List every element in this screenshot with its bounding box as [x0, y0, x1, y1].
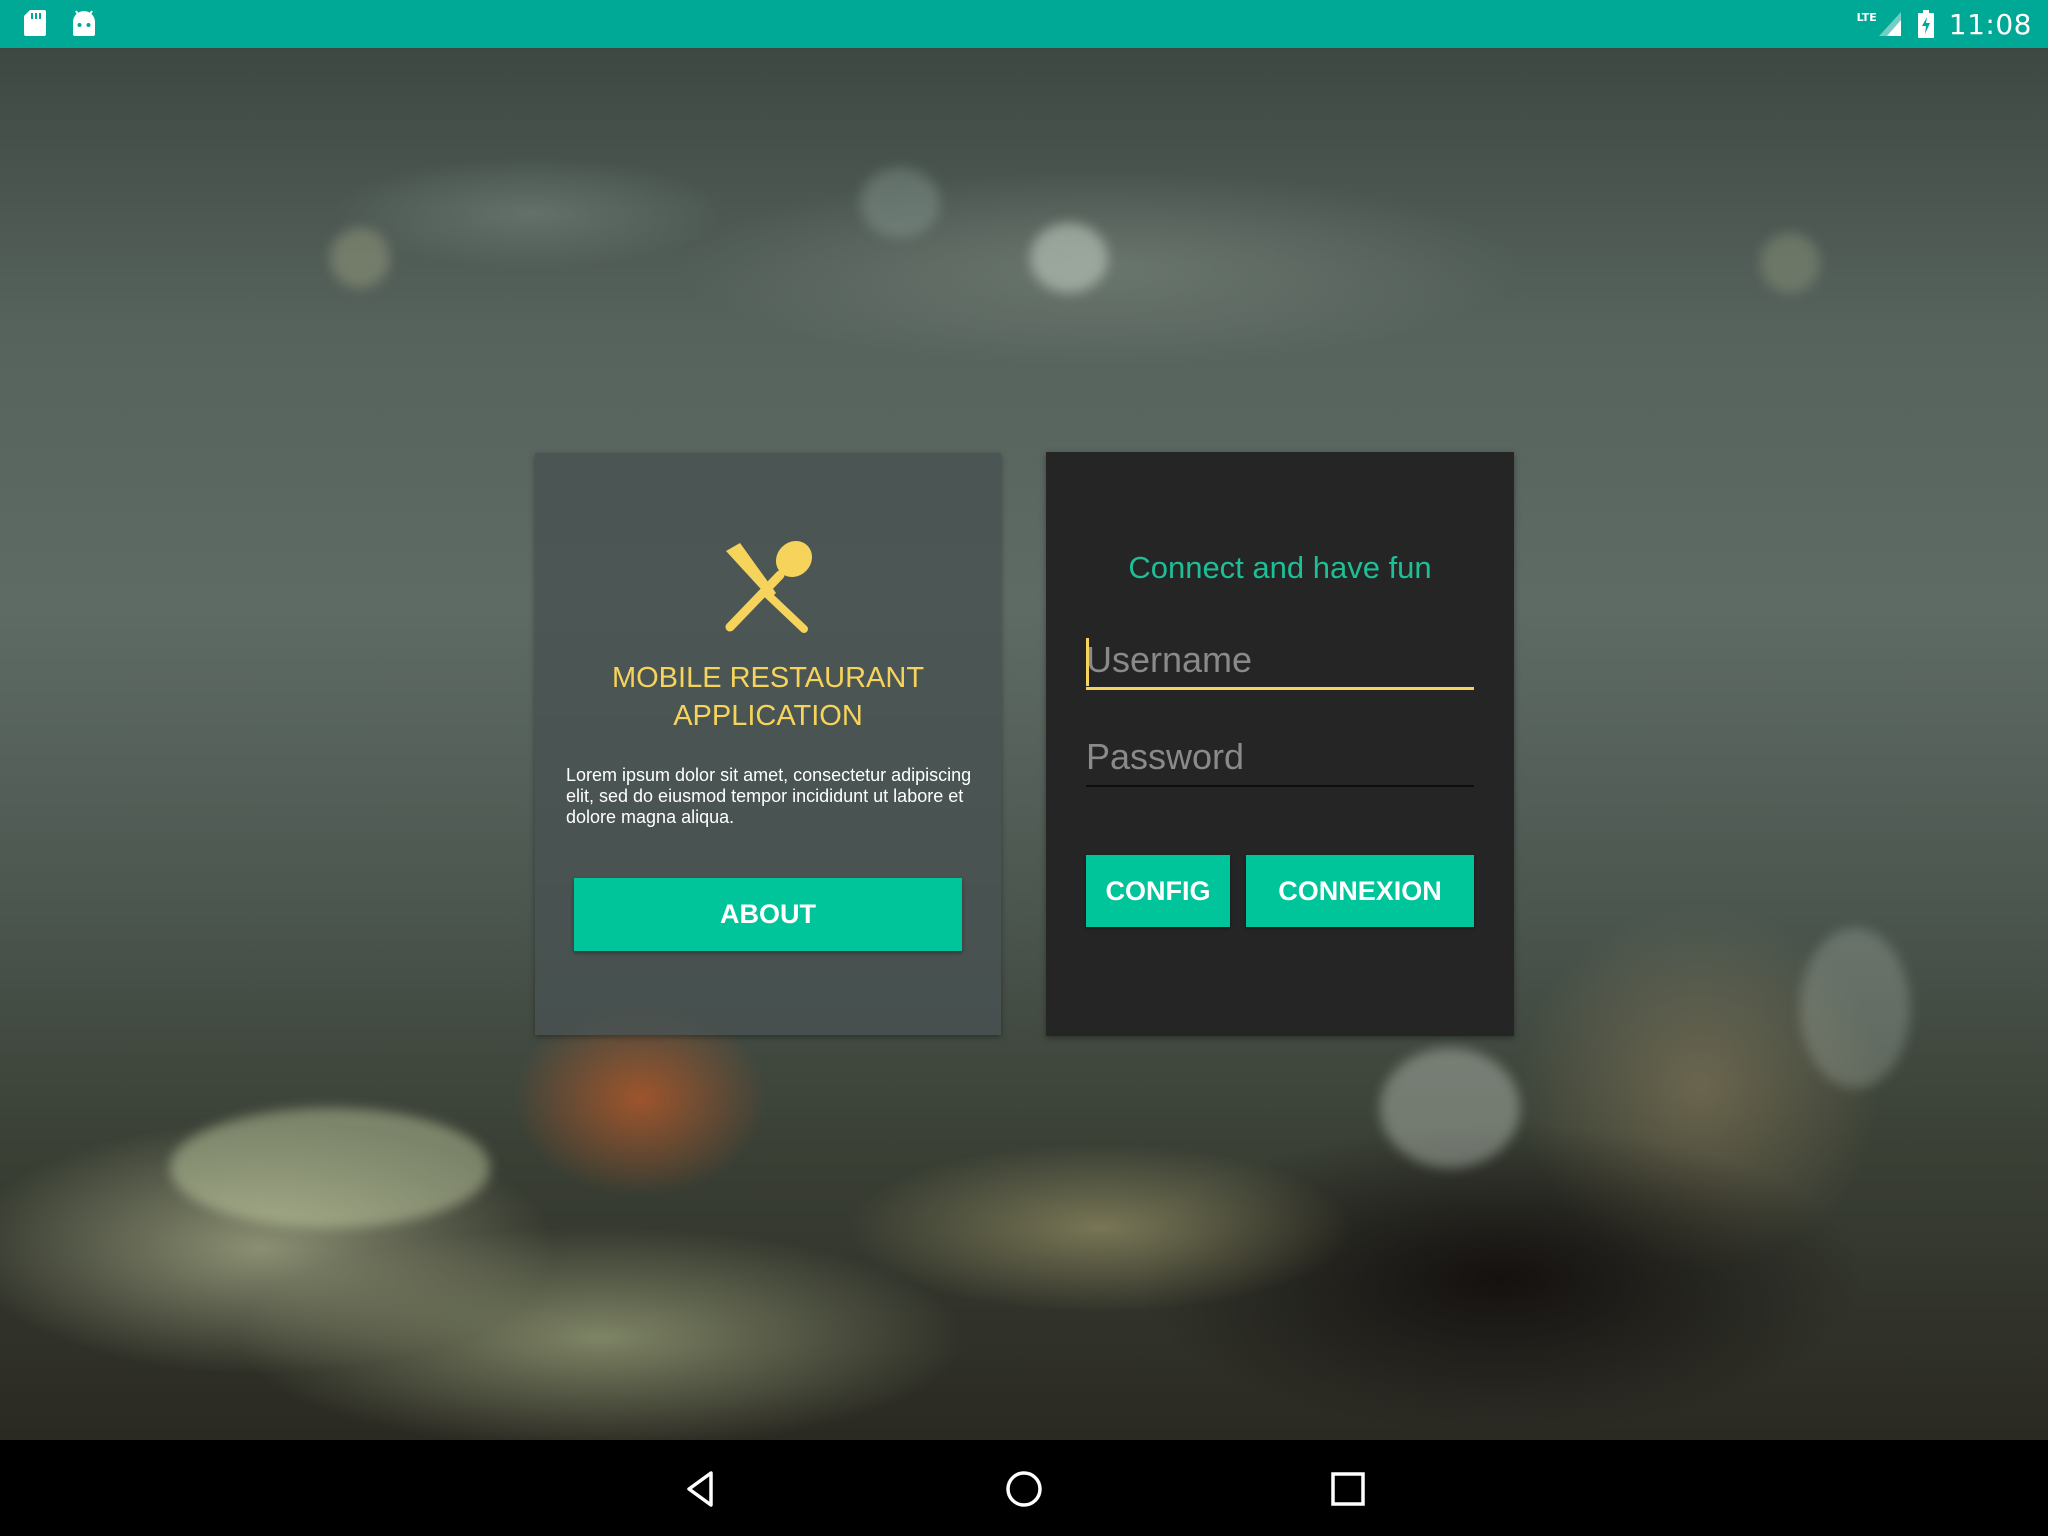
- status-notifications: [22, 8, 98, 38]
- about-card: MOBILE RESTAURANT APPLICATION Lorem ipsu…: [535, 453, 1001, 1035]
- recents-icon[interactable]: [1323, 1464, 1373, 1514]
- login-heading: Connect and have fun: [1128, 550, 1432, 585]
- status-system: LTE 11:08: [1857, 0, 2032, 48]
- navigation-bar: [0, 1440, 2048, 1536]
- clock: 11:08: [1948, 7, 2032, 41]
- status-bar: LTE 11:08: [0, 0, 2048, 48]
- app-description: Lorem ipsum dolor sit amet, consectetur …: [566, 765, 972, 827]
- sd-card-icon: [24, 10, 46, 36]
- about-button[interactable]: ABOUT: [574, 878, 962, 951]
- home-icon[interactable]: [999, 1464, 1049, 1514]
- app-title: MOBILE RESTAURANT APPLICATION: [611, 662, 925, 732]
- back-icon[interactable]: [675, 1464, 725, 1514]
- password-input[interactable]: [1086, 729, 1474, 787]
- config-button[interactable]: CONFIG: [1086, 855, 1230, 927]
- background-image: [0, 48, 2048, 1440]
- signal-icon: [1878, 12, 1901, 36]
- network-label: LTE: [1856, 10, 1877, 24]
- battery-charging-icon: [1917, 10, 1934, 38]
- utensils-icon: [725, 540, 813, 633]
- text-cursor: [1086, 638, 1089, 686]
- android-icon: [73, 10, 95, 36]
- connexion-button[interactable]: CONNEXION: [1246, 855, 1474, 927]
- username-input[interactable]: [1086, 632, 1474, 690]
- login-card: Connect and have fun CONFIG CONNEXION: [1046, 452, 1514, 1036]
